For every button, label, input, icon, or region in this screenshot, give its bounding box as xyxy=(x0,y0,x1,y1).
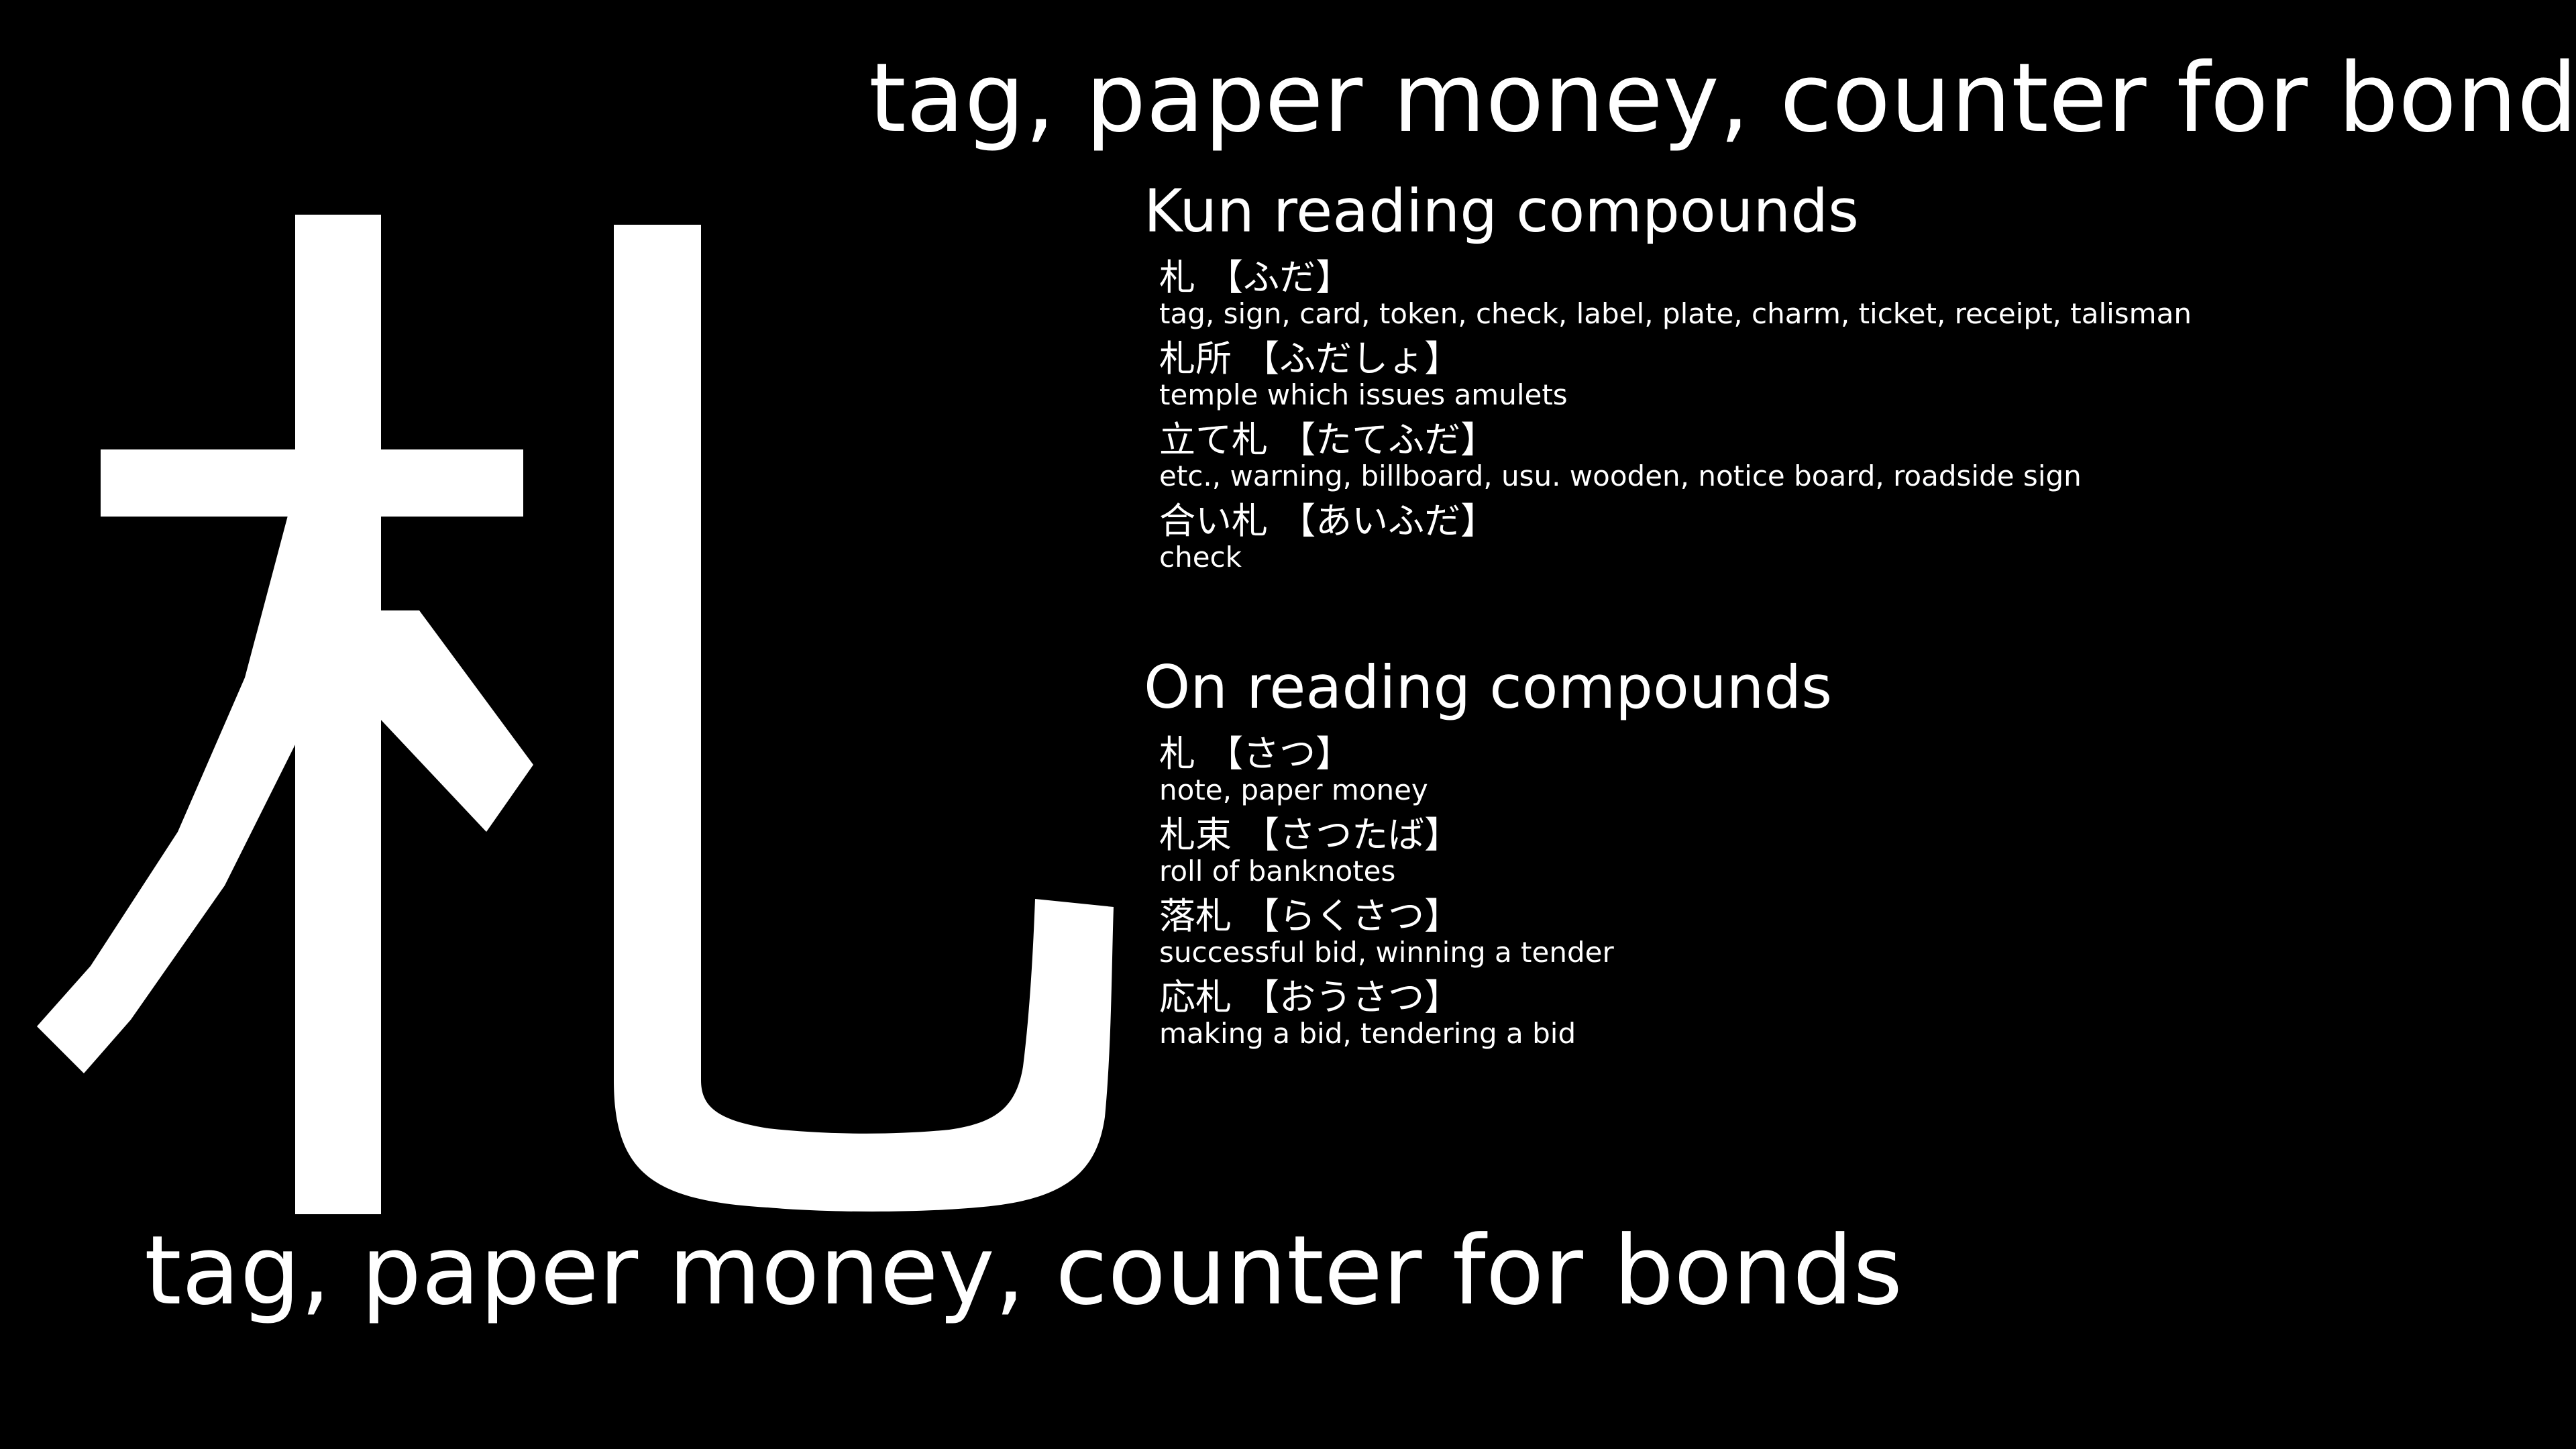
kun-compound-item: 札所 【ふだしょ】 temple which issues amulets xyxy=(1159,337,2519,411)
kun-compound-item: 合い札 【あいふだ】 check xyxy=(1159,500,2519,574)
compound-word: 応札 【おうさつ】 xyxy=(1159,976,1461,1018)
on-compound-item: 札 【さつ】 note, paper money xyxy=(1159,733,2519,806)
compound-meaning: successful bid, winning a tender xyxy=(1159,936,1614,969)
meaning-heading-top: tag, paper money, counter for bonds xyxy=(869,43,2576,154)
on-compound-item: 落札 【らくさつ】 successful bid, winning a tend… xyxy=(1159,895,2519,969)
compound-meaning: making a bid, tendering a bid xyxy=(1159,1017,1576,1050)
kun-reading-section: Kun reading compounds 札 【ふだ】 tag, sign, … xyxy=(1144,176,2519,582)
on-section-title: On reading compounds xyxy=(1144,653,1833,722)
compound-meaning: tag, sign, card, token, check, label, pl… xyxy=(1159,297,2192,330)
kanji-glyph xyxy=(23,208,1124,1228)
compound-meaning: roll of banknotes xyxy=(1159,855,1396,888)
compound-word: 合い札 【あいふだ】 xyxy=(1159,500,1497,542)
kanji-glyph-drawing xyxy=(37,215,1114,1214)
on-compound-item: 応札 【おうさつ】 making a bid, tendering a bid xyxy=(1159,976,2519,1050)
kun-compound-item: 立て札 【たてふだ】 etc., warning, billboard, usu… xyxy=(1159,419,2519,492)
kun-compound-item: 札 【ふだ】 tag, sign, card, token, check, la… xyxy=(1159,256,2519,330)
compound-meaning: check xyxy=(1159,541,1242,574)
kun-section-title: Kun reading compounds xyxy=(1144,176,1859,246)
on-compound-item: 札束 【さつたば】 roll of banknotes xyxy=(1159,814,2519,888)
on-reading-section: On reading compounds 札 【さつ】 note, paper … xyxy=(1144,652,2519,1059)
meaning-heading-bottom: tag, paper money, counter for bonds xyxy=(144,1216,1903,1326)
compound-word: 立て札 【たてふだ】 xyxy=(1159,419,1497,461)
compound-word: 札束 【さつたば】 xyxy=(1159,814,1461,856)
compound-word: 札 【さつ】 xyxy=(1159,733,1352,775)
compound-word: 札 【ふだ】 xyxy=(1159,256,1352,299)
compound-meaning: temple which issues amulets xyxy=(1159,378,1568,411)
compound-meaning: note, paper money xyxy=(1159,773,1428,806)
compound-word: 札所 【ふだしょ】 xyxy=(1159,337,1461,380)
compound-word: 落札 【らくさつ】 xyxy=(1159,895,1461,937)
compound-meaning: etc., warning, billboard, usu. wooden, n… xyxy=(1159,460,2082,492)
